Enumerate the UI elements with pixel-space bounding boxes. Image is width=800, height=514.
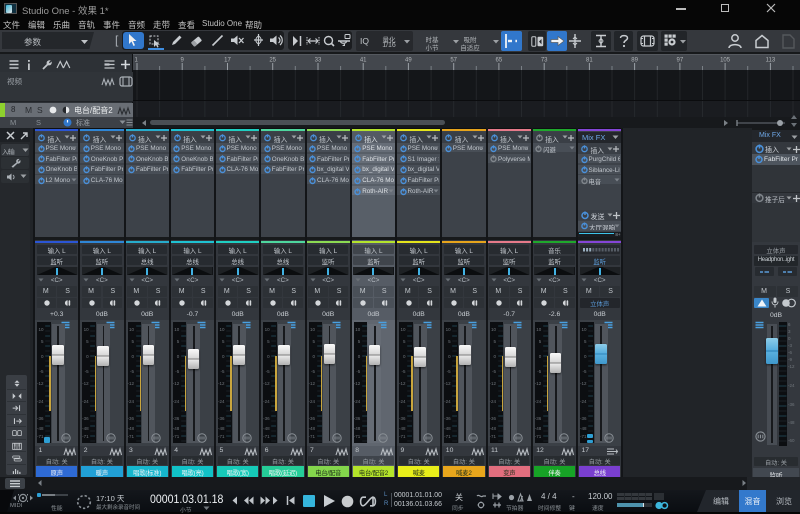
svg-text:97: 97 (677, 58, 684, 64)
svg-text:105: 105 (720, 58, 731, 64)
svg-text:9: 9 (181, 58, 185, 64)
svg-text:33: 33 (315, 58, 322, 64)
svg-text:65: 65 (496, 58, 503, 64)
svg-text:41: 41 (360, 58, 367, 64)
svg-text:81: 81 (586, 58, 593, 64)
svg-text:89: 89 (631, 58, 638, 64)
svg-text:73: 73 (541, 58, 548, 64)
svg-text:1: 1 (135, 58, 139, 64)
svg-text:49: 49 (405, 58, 412, 64)
svg-text:113: 113 (766, 58, 776, 64)
svg-text:57: 57 (450, 58, 457, 64)
svg-text:17: 17 (224, 58, 231, 64)
svg-text:25: 25 (269, 58, 276, 64)
